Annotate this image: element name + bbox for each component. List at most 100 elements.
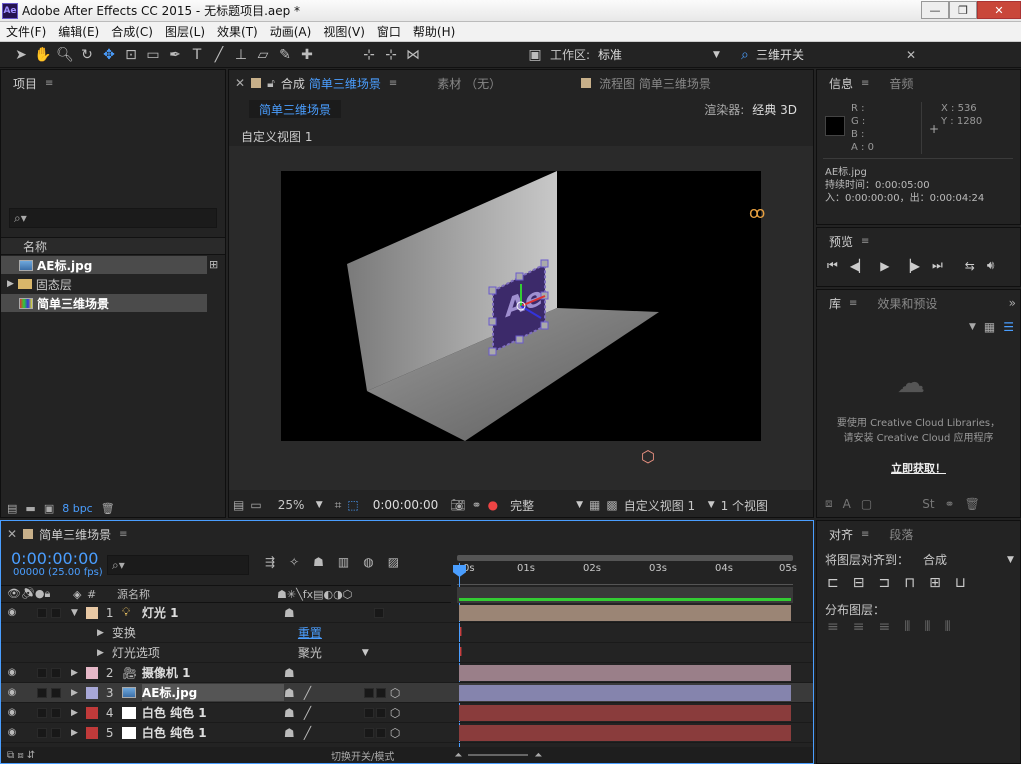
align-top-icon[interactable]: ⊓ [904, 575, 915, 591]
list-view-icon[interactable]: ☰ [1003, 320, 1014, 334]
lock-toggle[interactable] [51, 727, 61, 738]
shy-switch-icon[interactable]: ☗ [284, 706, 304, 720]
project-search-input[interactable]: ⌕▾ [9, 208, 217, 228]
pan-behind-tool-icon[interactable]: ⊡ [120, 44, 142, 66]
lock-toggle[interactable] [51, 707, 61, 718]
lock-toggle[interactable] [51, 607, 61, 618]
flowchart-icon[interactable]: ⊞ [209, 258, 218, 271]
property-light-options[interactable]: 灯光选项 [112, 644, 298, 661]
align-panel-title[interactable]: 对齐 [829, 526, 853, 543]
layer-label-color[interactable] [85, 706, 98, 719]
stock-icon[interactable]: St [922, 497, 934, 511]
work-area-bar[interactable] [457, 555, 793, 561]
layer-search-input[interactable]: ⌕▾ [107, 555, 249, 575]
dropdown-icon[interactable]: ▼ [969, 322, 976, 332]
first-frame-icon[interactable]: ⏮ [827, 258, 838, 273]
panel-menu-icon[interactable]: ≡ [849, 298, 857, 309]
switch-box[interactable] [375, 707, 386, 718]
draft-3d-icon[interactable]: ✧ [289, 555, 299, 569]
add-text-icon[interactable]: A [843, 497, 851, 511]
play-icon[interactable]: ▶ [880, 259, 889, 273]
trash-icon[interactable]: 🗑︎ [101, 502, 115, 515]
comp-mini-flowchart-icon[interactable]: ⇶ [265, 555, 275, 569]
motion-blur-icon[interactable]: ◍ [363, 555, 373, 569]
overflow-icon[interactable]: » [1009, 296, 1016, 310]
align-left-icon[interactable]: ⊏ [827, 575, 839, 591]
source-name-column[interactable]: 源名称 [117, 586, 277, 602]
view-select[interactable]: 自定义视图 1 [624, 497, 702, 514]
expand-arrow-icon[interactable]: ▶ [71, 668, 78, 678]
layer-label-color[interactable] [85, 726, 98, 739]
expand-arrow-icon[interactable]: ▶ [97, 648, 104, 658]
snapshot-icon[interactable]: 📷︎ [450, 498, 465, 512]
solo-toggle[interactable] [37, 687, 47, 698]
graph-editor-icon[interactable]: ▨ [388, 555, 399, 569]
quality-switch-icon[interactable]: ╱ [304, 686, 324, 700]
expand-arrow-icon[interactable]: ▶ [97, 628, 104, 638]
dropdown-icon[interactable]: ▼ [708, 500, 715, 510]
close-tab-icon[interactable]: ✕ [229, 76, 251, 90]
comp-nav-chip[interactable]: 简单三维场景 [249, 100, 342, 118]
layer-name[interactable]: 灯光 1 [142, 604, 284, 621]
panel-menu-icon[interactable]: ≡ [45, 78, 53, 89]
zoom-slider[interactable] [468, 754, 529, 756]
tab-comp-prefix[interactable]: 合成 [281, 75, 305, 92]
orbit-camera-tool-icon[interactable]: ✥ [98, 44, 120, 66]
reset-link[interactable]: 重置 [298, 624, 322, 641]
menu-layer[interactable]: 图层(L) [159, 23, 211, 40]
expand-arrow-icon[interactable]: ▶ [7, 279, 14, 289]
panel-menu-icon[interactable]: ≡ [861, 529, 869, 540]
zoom-out-icon[interactable]: ⏶ [454, 750, 462, 761]
tab-comp-name[interactable]: 简单三维场景 [309, 75, 381, 92]
close-button[interactable]: ✕ [977, 1, 1021, 19]
new-folder-icon[interactable]: ▬ [25, 502, 35, 515]
toggle-switches-modes[interactable]: 切换开关/模式 [331, 748, 394, 763]
dropdown-icon[interactable]: ▼ [576, 500, 583, 510]
tab-paragraph[interactable]: 段落 [889, 526, 913, 543]
view-layout-select[interactable]: 1 个视图 [721, 497, 768, 514]
switch-box[interactable] [363, 687, 374, 698]
zoom-select[interactable]: 25% [278, 498, 310, 512]
comp-viewer-canvas[interactable]: Ae ꝏ ⬡ [229, 146, 813, 490]
monitor-icon[interactable]: ▭ [250, 498, 261, 512]
visibility-eye-icon[interactable]: ◉ [5, 727, 19, 739]
always-preview-icon[interactable]: ▤ [233, 498, 244, 512]
align-bottom-icon[interactable]: ⊔ [955, 575, 966, 591]
align-hcenter-icon[interactable]: ⊟ [853, 575, 865, 591]
align-to-select[interactable]: 合成 [923, 551, 1007, 568]
timeline-tab-name[interactable]: 简单三维场景 [39, 526, 111, 543]
trash-icon[interactable]: 🗑︎ [965, 497, 980, 511]
brush-tool-icon[interactable]: ╱ [208, 44, 230, 66]
switch-box[interactable] [375, 687, 386, 698]
layer-bar-5[interactable] [459, 725, 791, 741]
expand-arrow-icon[interactable]: ▶ [71, 728, 78, 738]
layer-label-color[interactable] [85, 606, 98, 619]
tab-footage[interactable]: 素材 （无） [437, 75, 501, 92]
channel-icon[interactable]: ● [488, 498, 498, 512]
menu-view[interactable]: 视图(V) [317, 23, 371, 40]
library-panel-title[interactable]: 库 [829, 295, 841, 312]
layer-bar-2[interactable] [459, 665, 791, 681]
lock-toggle[interactable] [51, 667, 61, 678]
transparency-grid-icon[interactable]: ▦ [589, 498, 600, 512]
show-snapshot-icon[interactable]: ⚭ [472, 498, 482, 512]
visibility-eye-icon[interactable]: ◉ [5, 687, 19, 699]
grid-view-icon[interactable]: ▦ [984, 320, 995, 334]
workspace-select[interactable]: 标准 [598, 46, 713, 63]
get-now-link[interactable]: 立即获取！ [817, 460, 1020, 476]
panel-menu-icon[interactable]: ≡ [861, 236, 869, 247]
bpc-button[interactable]: 8 bpc [62, 502, 93, 515]
menu-edit[interactable]: 编辑(E) [52, 23, 105, 40]
last-frame-icon[interactable]: ⏭ [932, 258, 943, 273]
layer-name[interactable]: 白色 纯色 1 [142, 724, 284, 741]
shy-switch-icon[interactable]: ☗ [284, 606, 304, 620]
panel-menu-icon[interactable]: ≡ [119, 529, 127, 540]
expand-arrow-icon[interactable]: ▶ [71, 688, 78, 698]
time-ruler[interactable]: 0s 01s 02s 03s 04s 05s [457, 563, 797, 585]
lock-icon[interactable]: 🔓︎ [267, 76, 275, 91]
layer-bar-1[interactable] [459, 605, 791, 621]
shy-switch-icon[interactable]: ☗ [284, 666, 304, 680]
rotate-tool-icon[interactable]: ↻ [76, 44, 98, 66]
resolution-icon[interactable]: ⌗ [335, 498, 342, 513]
interpret-footage-icon[interactable]: ▤ [7, 502, 17, 515]
